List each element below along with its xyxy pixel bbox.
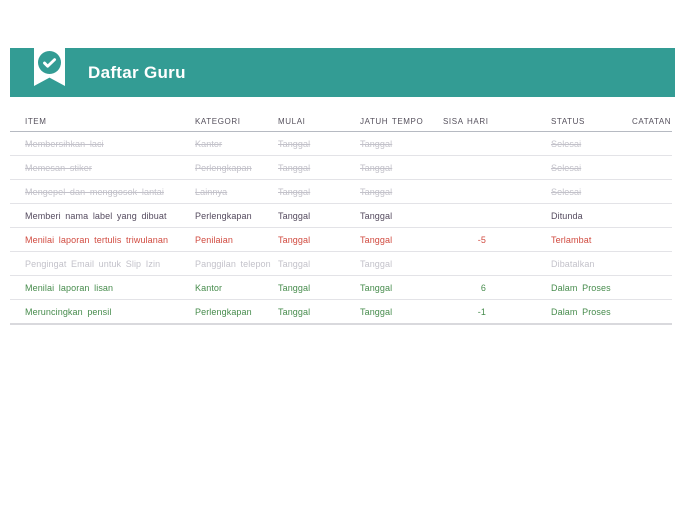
cell-mulai[interactable]: Tanggal <box>278 283 360 293</box>
cell-item[interactable]: Memberi nama label yang dibuat <box>25 211 195 221</box>
cell-jatuh-tempo[interactable]: Tanggal <box>360 259 443 269</box>
cell-jatuh-tempo[interactable]: Tanggal <box>360 139 443 149</box>
cell-kategori[interactable]: Kantor <box>195 283 278 293</box>
cell-mulai[interactable]: Tanggal <box>278 211 360 221</box>
column-header-item: ITEM <box>25 117 47 126</box>
table-row: Meruncingkan pensil Perlengkapan Tanggal Ta… <box>10 300 672 325</box>
cell-sisa-hari[interactable]: -1 <box>443 307 500 317</box>
cell-mulai[interactable]: Tanggal <box>278 235 360 245</box>
table-row: Memberi nama label yang dibuat Perlengkap… <box>10 204 672 228</box>
column-header-sisa-hari: SISA HARI <box>443 117 489 126</box>
table-header-row: ITEM KATEGORI MULAI JATUH TEMPO SISA HAR… <box>10 112 672 132</box>
cell-jatuh-tempo[interactable]: Tanggal <box>360 283 443 293</box>
cell-item[interactable]: Menilai laporan lisan <box>25 283 195 293</box>
column-header-mulai: MULAI <box>278 117 306 126</box>
checkmark-circle-icon <box>38 51 61 74</box>
cell-item[interactable]: Menilai laporan tertulis triwulanan <box>25 235 195 245</box>
cell-item[interactable]: Membersihkan laci <box>25 139 195 149</box>
cell-kategori[interactable]: Perlengkapan <box>195 211 278 221</box>
cell-jatuh-tempo[interactable]: Tanggal <box>360 163 443 173</box>
cell-kategori[interactable]: Lainnya <box>195 187 278 197</box>
cell-jatuh-tempo[interactable]: Tanggal <box>360 307 443 317</box>
table-row: Mengepel dan menggosok lantai Lainnya Tang… <box>10 180 672 204</box>
table-row: Menilai laporan lisan Kantor Tanggal Tangga… <box>10 276 672 300</box>
table-row: Pengingat Email untuk Slip Izin Panggilan… <box>10 252 672 276</box>
cell-mulai[interactable]: Tanggal <box>278 259 360 269</box>
column-header-catatan: CATATAN <box>632 117 672 126</box>
cell-status[interactable]: Selesai <box>500 163 632 173</box>
cell-jatuh-tempo[interactable]: Tanggal <box>360 211 443 221</box>
cell-status[interactable]: Dibatalkan <box>500 259 632 269</box>
cell-mulai[interactable]: Tanggal <box>278 139 360 149</box>
cell-status[interactable]: Selesai <box>500 139 632 149</box>
column-header-kategori: KATEGORI <box>195 117 241 126</box>
task-table: ITEM KATEGORI MULAI JATUH TEMPO SISA HAR… <box>10 112 672 325</box>
cell-mulai[interactable]: Tanggal <box>278 187 360 197</box>
cell-sisa-hari[interactable]: 6 <box>443 283 500 293</box>
cell-status[interactable]: Dalam Proses <box>500 283 632 293</box>
column-header-status: STATUS <box>551 117 585 126</box>
cell-kategori[interactable]: Panggilan telepon <box>195 259 278 269</box>
cell-mulai[interactable]: Tanggal <box>278 163 360 173</box>
cell-kategori[interactable]: Penilaian <box>195 235 278 245</box>
table-row: Membersihkan laci Kantor Tanggal Tanggal Sel… <box>10 132 672 156</box>
table-body: Membersihkan laci Kantor Tanggal Tanggal Sel… <box>10 132 672 325</box>
table-row: Memesan stiker Perlengkapan Tanggal Tanggal… <box>10 156 672 180</box>
cell-item[interactable]: Pengingat Email untuk Slip Izin <box>25 259 195 269</box>
cell-status[interactable]: Terlambat <box>500 235 632 245</box>
cell-kategori[interactable]: Kantor <box>195 139 278 149</box>
cell-jatuh-tempo[interactable]: Tanggal <box>360 235 443 245</box>
cell-item[interactable]: Mengepel dan menggosok lantai <box>25 187 195 197</box>
cell-kategori[interactable]: Perlengkapan <box>195 307 278 317</box>
cell-status[interactable]: Ditunda <box>500 211 632 221</box>
cell-jatuh-tempo[interactable]: Tanggal <box>360 187 443 197</box>
page-title: Daftar Guru <box>88 63 186 82</box>
cell-kategori[interactable]: Perlengkapan <box>195 163 278 173</box>
cell-item[interactable]: Meruncingkan pensil <box>25 307 195 317</box>
cell-sisa-hari[interactable]: -5 <box>443 235 500 245</box>
cell-mulai[interactable]: Tanggal <box>278 307 360 317</box>
column-header-jatuh-tempo: JATUH TEMPO <box>360 117 424 126</box>
cell-item[interactable]: Memesan stiker <box>25 163 195 173</box>
cell-status[interactable]: Selesai <box>500 187 632 197</box>
cell-status[interactable]: Dalam Proses <box>500 307 632 317</box>
table-row: Menilai laporan tertulis triwulanan Penil… <box>10 228 672 252</box>
